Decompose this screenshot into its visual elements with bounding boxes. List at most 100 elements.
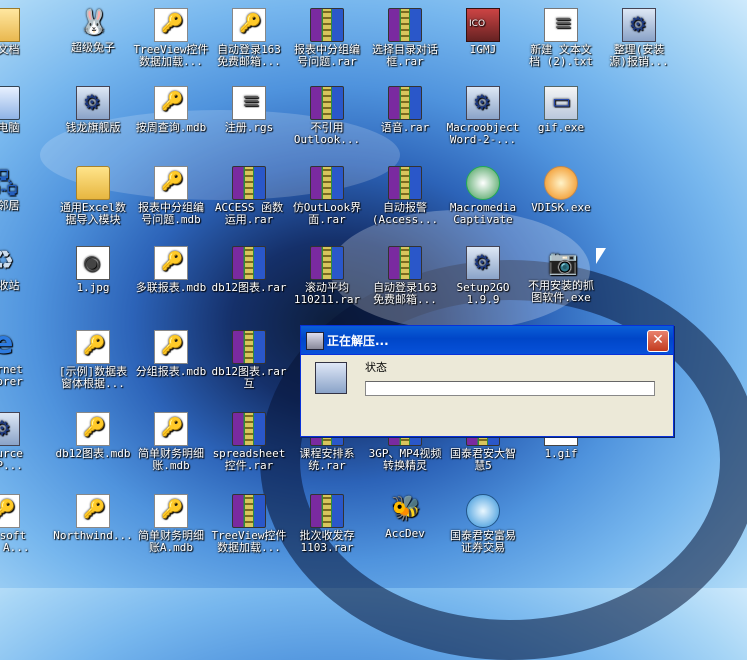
desktop-icon[interactable]: 国泰君安富易 证券交易 [442, 494, 524, 554]
desktop-icon[interactable]: AccDev [364, 494, 446, 540]
desktop-icon[interactable]: 滚动平均 110211.rar [286, 246, 368, 306]
setup-icon [0, 412, 20, 446]
desktop-icon-label: AccDev [385, 527, 425, 540]
extract-progress-dialog[interactable]: 正在解压... ✕ 状态 [300, 325, 674, 437]
desktop-icon[interactable]: 报表中分组编 号问题.mdb [130, 166, 212, 226]
desktop-icon-label: 3GP、MP4视频 转换精灵 [368, 447, 442, 472]
desktop-icon-label: TreeView控件 数据加载... [211, 529, 287, 554]
desktop-icon[interactable]: VDISK.exe [520, 166, 602, 214]
mdb-icon [76, 412, 110, 446]
desktop-icon-label: db12图表.rar [211, 281, 287, 294]
desktop-icon-label: 选择目录对话 框.rar [372, 43, 438, 68]
setup-icon [466, 246, 500, 280]
desktop-icon[interactable]: 不引用 Outlook... [286, 86, 368, 146]
desktop-icon[interactable]: db12图表.rar 互 [208, 330, 290, 390]
desktop-icon-label: 报表中分组编 号问题.rar [294, 43, 360, 68]
desktop-icon-label: 的文档 [0, 43, 20, 56]
desktop-icon[interactable]: 新建 文本文 档 (2).txt [520, 8, 602, 68]
desktop-icon[interactable]: 上邻居 [0, 166, 44, 212]
rar-icon [310, 494, 344, 528]
mdb-icon [0, 494, 20, 528]
desktop-icon-label: 简单财务明细 账A.mdb [138, 529, 204, 554]
rabbit-icon [77, 8, 109, 40]
rar-icon [310, 86, 344, 120]
desktop-icon[interactable]: 仿OutLook界 面.rar [286, 166, 368, 226]
rar-icon [232, 330, 266, 364]
desktop-icon[interactable]: 回收站 [0, 246, 44, 292]
desktop: 的文档 超级兔子 TreeView控件 数据加载... 自动登录163 免费邮箱...… [0, 0, 747, 660]
rar-icon [232, 494, 266, 528]
desktop-icon-label: 按周查询.mdb [135, 121, 207, 134]
sys-ie-icon [0, 326, 19, 362]
desktop-icon[interactable]: 通用Excel数 据导入模块 [52, 166, 134, 226]
extract-progress-bar [365, 381, 655, 396]
desktop-icon-label: TreeView控件 数据加载... [133, 43, 209, 68]
desktop-icon[interactable]: Northwind... [52, 494, 134, 542]
desktop-icon-label: 1.jpg [76, 281, 110, 294]
doc-icon [232, 86, 266, 120]
desktop-icon[interactable]: ternet plorer [0, 326, 44, 388]
desktop-icon[interactable]: 钱龙旗舰版 [52, 86, 134, 134]
desktop-icon[interactable]: 报表中分组编 号问题.rar [286, 8, 368, 68]
desktop-icon[interactable]: db12图表.mdb [52, 412, 134, 460]
desktop-icon[interactable]: Macroobject Word-2-... [442, 86, 524, 146]
desktop-icon-label: 注册.rgs [224, 121, 274, 134]
desktop-icon[interactable]: IGMJ [442, 8, 524, 56]
desktop-icon[interactable]: Source e P... [0, 412, 44, 472]
dialog-titlebar[interactable]: 正在解压... ✕ [301, 326, 673, 355]
close-button[interactable]: ✕ [647, 330, 669, 352]
desktop-icon-label: Macromedia Captivate [449, 201, 517, 226]
desktop-icon[interactable]: 注册.rgs [208, 86, 290, 134]
doc-icon [544, 8, 578, 42]
desktop-icon[interactable]: 自动登录163 免费邮箱... [364, 246, 446, 306]
desktop-icon[interactable]: Setup2GO 1.9.9 [442, 246, 524, 306]
setup-icon [622, 8, 656, 42]
desktop-icon-label: 国泰君安富易 证券交易 [450, 529, 516, 554]
desktop-icon[interactable]: 1.jpg [52, 246, 134, 294]
desktop-icon-label: 语音.rar [380, 121, 430, 134]
desktop-icon[interactable]: spreadsheet 控件.rar [208, 412, 290, 472]
exe-icon [544, 86, 578, 120]
desktop-icon[interactable]: 超级兔子 [52, 8, 134, 54]
desktop-icon[interactable]: 自动登录163 免费邮箱... [208, 8, 290, 68]
desktop-icon[interactable]: 按周查询.mdb [130, 86, 212, 134]
desktop-icon[interactable]: Macromedia Captivate [442, 166, 524, 226]
mdb-icon [154, 86, 188, 120]
desktop-icon[interactable]: crosoft ice A... [0, 494, 44, 554]
desktop-icon[interactable]: 不用安装的抓 图软件.exe [520, 246, 602, 304]
mdb-icon [154, 330, 188, 364]
desktop-icon[interactable]: 自动报警 (Access... [364, 166, 446, 226]
desktop-icon-label: 批次收发存 1103.rar [299, 529, 355, 554]
igmj-icon [466, 8, 500, 42]
desktop-icon[interactable]: 批次收发存 1103.rar [286, 494, 368, 554]
desktop-icon[interactable]: [示例]数据表 窗体根据... [52, 330, 134, 390]
status-label: 状态 [365, 361, 387, 374]
desktop-icon-label: 报表中分组编 号问题.mdb [138, 201, 204, 226]
desktop-icon-label: Northwind... [53, 529, 133, 542]
desktop-icon-label: db12图表.mdb [55, 447, 131, 460]
desktop-icon[interactable]: 简单财务明细 账A.mdb [130, 494, 212, 554]
desktop-icon[interactable]: 的电脑 [0, 86, 44, 134]
desktop-icon[interactable]: 分组报表.mdb [130, 330, 212, 378]
desktop-icon[interactable]: 选择目录对话 框.rar [364, 8, 446, 68]
desktop-icon[interactable]: 多联报表.mdb [130, 246, 212, 294]
desktop-icon[interactable]: gif.exe [520, 86, 602, 134]
desktop-icon[interactable]: ACCESS 函数 运用.rar [208, 166, 290, 226]
desktop-icon[interactable]: 的文档 [0, 8, 44, 56]
desktop-icon[interactable]: 语音.rar [364, 86, 446, 134]
mdb-icon [76, 494, 110, 528]
desktop-icon-label: 多联报表.mdb [135, 281, 207, 294]
sys-recycle-icon [0, 246, 19, 278]
mouse-pointer-icon [596, 248, 606, 264]
desktop-icon[interactable]: 简单财务明细 账.mdb [130, 412, 212, 472]
desktop-icon-label: 整理(安装 源)报销... [609, 43, 669, 68]
desktop-icon-label: spreadsheet 控件.rar [212, 447, 286, 472]
desktop-icon[interactable]: TreeView控件 数据加载... [208, 494, 290, 554]
desktop-icon-label: Macroobject Word-2-... [446, 121, 520, 146]
desktop-icon[interactable]: 整理(安装 源)报销... [598, 8, 680, 68]
winrar-icon [315, 362, 347, 394]
desktop-icon[interactable]: TreeView控件 数据加载... [130, 8, 212, 68]
desktop-icon[interactable]: db12图表.rar [208, 246, 290, 294]
desktop-icon-label: 课程安排系 统.rar [299, 447, 355, 472]
rar-icon [310, 246, 344, 280]
